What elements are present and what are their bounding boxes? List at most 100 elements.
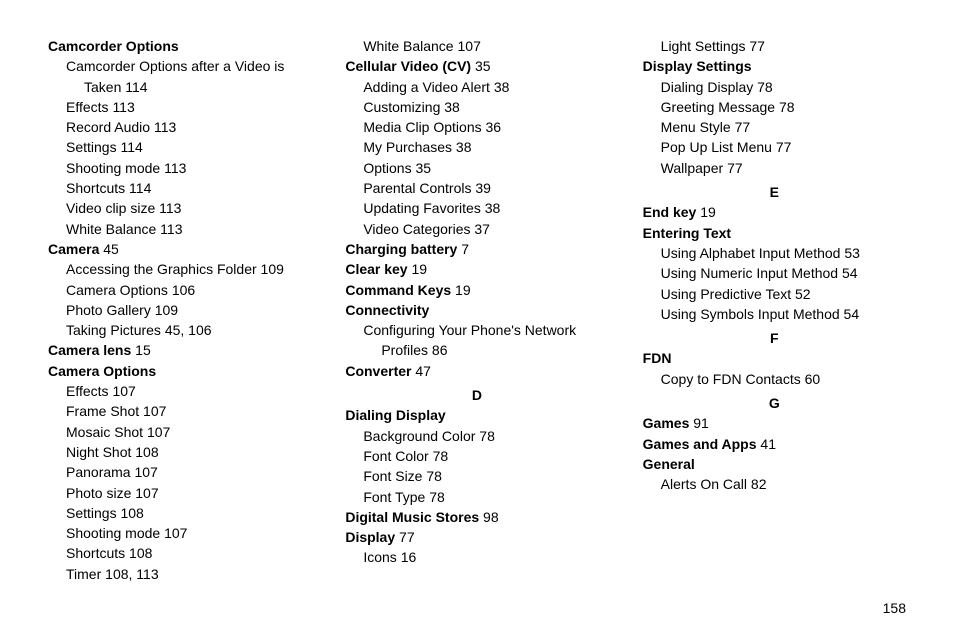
index-heading-entry: Camera 45 xyxy=(48,239,311,259)
index-entry-label: Effects xyxy=(66,383,109,399)
index-heading-entry: Games and Apps 41 xyxy=(643,434,906,454)
index-subentry: Customizing 38 xyxy=(345,97,608,117)
index-entry-label: Mosaic Shot xyxy=(66,424,143,440)
index-entry-label: Copy to FDN Contacts xyxy=(661,371,801,387)
index-subentry: Icons 16 xyxy=(345,547,608,567)
index-subentry: Video clip size 113 xyxy=(48,198,311,218)
index-subentry: Menu Style 77 xyxy=(643,117,906,137)
index-entry-pages: 113 xyxy=(160,221,182,237)
index-entry-pages: 37 xyxy=(474,221,490,237)
index-entry-pages: 35 xyxy=(475,58,491,74)
index-entry-pages: 45, 106 xyxy=(165,322,212,338)
index-entry-label: Entering Text xyxy=(643,225,731,241)
index-entry-pages: 107 xyxy=(112,383,135,399)
index-entry-label: Font Size xyxy=(363,468,422,484)
index-subentry: Copy to FDN Contacts 60 xyxy=(643,369,906,389)
index-subentry: Photo size 107 xyxy=(48,483,311,503)
index-entry-pages: 7 xyxy=(461,241,469,257)
index-entry-pages: 114 xyxy=(120,139,142,155)
index-subentry: Font Type 78 xyxy=(345,487,608,507)
index-entry-label: Pop Up List Menu xyxy=(661,139,772,155)
index-entry-label: Media Clip Options xyxy=(363,119,481,135)
index-entry-label: Light Settings xyxy=(661,38,746,54)
index-entry-pages: 82 xyxy=(751,476,767,492)
index-subentry: Taking Pictures 45, 106 xyxy=(48,320,311,340)
index-entry-pages: 41 xyxy=(760,436,776,452)
index-entry-pages: 38 xyxy=(444,99,460,115)
index-entry-pages: 114 xyxy=(129,180,151,196)
index-entry-label: Camera xyxy=(48,241,99,257)
index-entry-pages: 78 xyxy=(429,489,445,505)
index-subentry: Wallpaper 77 xyxy=(643,158,906,178)
index-subentry: Updating Favorites 38 xyxy=(345,198,608,218)
index-entry-label: Night Shot xyxy=(66,444,131,460)
index-entry-label: Effects xyxy=(66,99,109,115)
index-heading-entry: Dialing Display xyxy=(345,405,608,425)
section-letter: D xyxy=(345,385,608,405)
index-entry-pages: 108 xyxy=(120,505,143,521)
index-entry-label: Dialing Display xyxy=(661,79,754,95)
index-entry-label: Taken xyxy=(84,79,121,95)
index-flow: Camcorder OptionsCamcorder Options after… xyxy=(48,36,906,588)
index-entry-label: Accessing the Graphics Folder xyxy=(66,261,257,277)
index-heading-entry: End key 19 xyxy=(643,202,906,222)
index-heading-entry: Converter 47 xyxy=(345,361,608,381)
index-entry-label: Photo Gallery xyxy=(66,302,151,318)
index-entry-label: Camera Options xyxy=(48,363,156,379)
index-entry-pages: 77 xyxy=(776,139,792,155)
index-entry-label: My Purchases xyxy=(363,139,452,155)
index-subentry: Profiles 86 xyxy=(345,340,608,360)
section-letter-text: F xyxy=(770,330,779,346)
index-entry-pages: 98 xyxy=(483,509,499,525)
page-number: 158 xyxy=(883,600,906,616)
index-entry-label: Using Alphabet Input Method xyxy=(661,245,841,261)
index-entry-pages: 107 xyxy=(135,485,158,501)
index-entry-label: Panorama xyxy=(66,464,131,480)
index-heading-entry: Display Settings xyxy=(643,56,906,76)
index-entry-pages: 108 xyxy=(135,444,158,460)
index-entry-pages: 78 xyxy=(426,468,442,484)
index-entry-label: Background Color xyxy=(363,428,475,444)
index-entry-pages: 107 xyxy=(147,424,170,440)
index-subentry: Configuring Your Phone's Network xyxy=(345,320,608,340)
index-entry-pages: 77 xyxy=(749,38,765,54)
index-subentry: Shooting mode 113 xyxy=(48,158,311,178)
index-heading-entry: Camcorder Options xyxy=(48,36,311,56)
index-subentry: Camcorder Options after a Video is xyxy=(48,56,311,76)
index-entry-label: Timer xyxy=(66,566,101,582)
index-entry-pages: 47 xyxy=(415,363,431,379)
section-letter-text: E xyxy=(770,184,779,200)
index-subentry: Using Alphabet Input Method 53 xyxy=(643,243,906,263)
index-entry-label: Games and Apps xyxy=(643,436,757,452)
section-letter-text: G xyxy=(769,395,780,411)
index-entry-pages: 38 xyxy=(456,139,472,155)
index-subentry: Alerts On Call 82 xyxy=(643,474,906,494)
index-subentry: My Purchases 38 xyxy=(345,137,608,157)
index-subentry: Background Color 78 xyxy=(345,426,608,446)
index-entry-label: Settings xyxy=(66,505,117,521)
index-entry-pages: 16 xyxy=(401,549,417,565)
index-entry-pages: 38 xyxy=(485,200,501,216)
index-entry-pages: 91 xyxy=(693,415,709,431)
index-entry-label: White Balance xyxy=(66,221,156,237)
index-entry-label: Frame Shot xyxy=(66,403,139,419)
index-entry-label: Games xyxy=(643,415,690,431)
index-entry-pages: 19 xyxy=(412,261,428,277)
section-letter: E xyxy=(643,182,906,202)
index-entry-label: Digital Music Stores xyxy=(345,509,479,525)
index-entry-label: Charging battery xyxy=(345,241,457,257)
index-entry-pages: 113 xyxy=(164,160,186,176)
section-letter: G xyxy=(643,393,906,413)
index-entry-label: Shooting mode xyxy=(66,525,160,541)
index-entry-pages: 113 xyxy=(154,119,176,135)
index-entry-label: Command Keys xyxy=(345,282,451,298)
index-entry-pages: 109 xyxy=(261,261,284,277)
index-heading-entry: Games 91 xyxy=(643,413,906,433)
index-entry-label: Converter xyxy=(345,363,411,379)
index-subentry: Shortcuts 108 xyxy=(48,543,311,563)
index-entry-label: Record Audio xyxy=(66,119,150,135)
index-subentry: Using Predictive Text 52 xyxy=(643,284,906,304)
index-entry-pages: 77 xyxy=(735,119,751,135)
index-heading-entry: Charging battery 7 xyxy=(345,239,608,259)
index-entry-pages: 106 xyxy=(172,282,195,298)
